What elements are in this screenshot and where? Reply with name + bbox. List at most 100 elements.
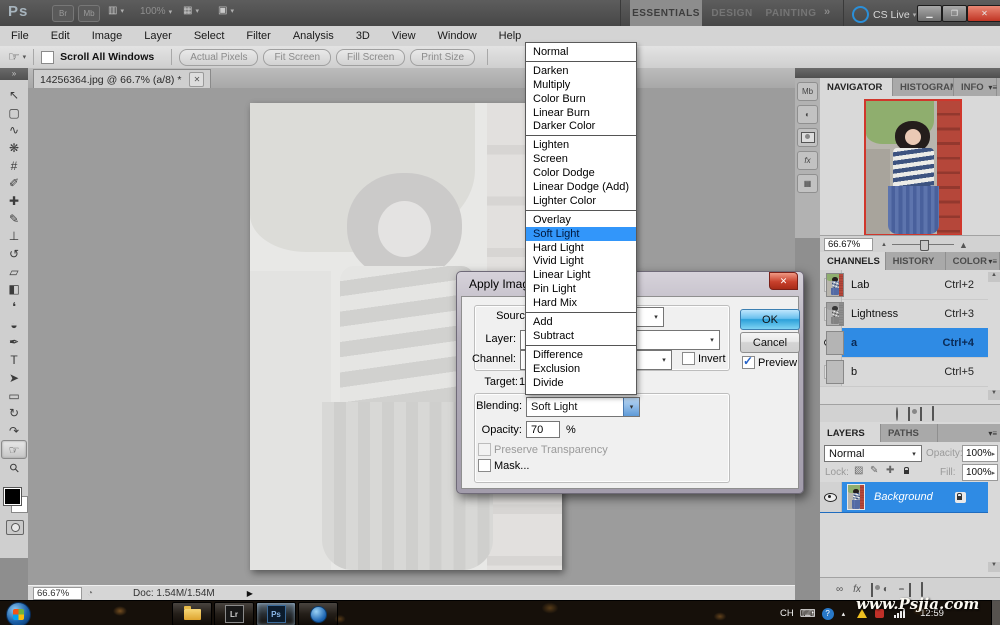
blend-option-vivid-light[interactable]: Vivid Light bbox=[526, 254, 636, 268]
styles-panel-button[interactable]: fx bbox=[797, 151, 818, 170]
start-button[interactable] bbox=[6, 602, 31, 625]
eye-icon[interactable] bbox=[824, 493, 837, 502]
print-size-button[interactable]: Print Size bbox=[410, 49, 475, 66]
workspace-tab-painting[interactable]: PAINTING bbox=[760, 0, 822, 26]
menu-filter[interactable]: Filter bbox=[235, 30, 281, 42]
new-channel-icon[interactable] bbox=[920, 408, 922, 420]
blend-option-soft-light[interactable]: Soft Light bbox=[526, 227, 636, 241]
channel-row-lab[interactable]: Lab Ctrl+2 bbox=[820, 270, 988, 300]
document-close-icon[interactable]: ✕ bbox=[189, 72, 204, 87]
menu-layer[interactable]: Layer bbox=[133, 30, 183, 42]
blend-option-overlay[interactable]: Overlay bbox=[526, 213, 636, 227]
workspace-tab-design[interactable]: DESIGN bbox=[706, 0, 758, 26]
dialog-close-button[interactable]: ✕ bbox=[769, 272, 798, 290]
hand-tool[interactable]: ☞ bbox=[1, 440, 27, 460]
add-layer-mask-icon[interactable] bbox=[871, 584, 873, 596]
blend-option-subtract[interactable]: Subtract bbox=[526, 329, 636, 343]
tab-history[interactable]: HISTORY bbox=[886, 252, 946, 270]
blend-option-lighter-color[interactable]: Lighter Color bbox=[526, 194, 636, 208]
view-extras-button[interactable]: ▦ ▾ bbox=[183, 5, 199, 16]
zoom-tool[interactable]: ⚲ bbox=[2, 459, 26, 477]
layer-blend-mode-select[interactable]: Normal ▾ bbox=[824, 445, 922, 462]
channel-row-a[interactable]: a Ctrl+4 bbox=[820, 328, 988, 358]
workspace-tab-essentials[interactable]: ESSENTIALS bbox=[630, 0, 702, 26]
gradient-tool[interactable]: ◧ bbox=[2, 281, 26, 299]
link-layers-icon[interactable]: ∞ bbox=[836, 584, 843, 595]
minimize-button[interactable]: ▁ bbox=[917, 5, 942, 22]
bridge-button[interactable]: Br bbox=[52, 5, 74, 22]
blend-option-darken[interactable]: Darken bbox=[526, 64, 636, 78]
brush-tool[interactable]: ✎ bbox=[2, 210, 26, 228]
blend-option-color-dodge[interactable]: Color Dodge bbox=[526, 166, 636, 180]
eyedropper-tool[interactable]: ✐ bbox=[2, 174, 26, 192]
quick-mask-button[interactable] bbox=[6, 520, 24, 535]
shape-tool[interactable]: ▭ bbox=[2, 387, 26, 405]
ok-button[interactable]: OK bbox=[740, 309, 800, 330]
workspace-overflow-button[interactable]: » bbox=[824, 6, 830, 18]
language-indicator[interactable]: CH bbox=[780, 608, 794, 619]
layer-row-background[interactable]: Background bbox=[820, 482, 988, 513]
tool-panel-collapse-button[interactable]: » bbox=[0, 68, 28, 80]
layer-fill-field[interactable]: 100% ▸ bbox=[962, 464, 998, 481]
path-selection-tool[interactable]: ➤ bbox=[2, 369, 26, 387]
blend-option-linear-light[interactable]: Linear Light bbox=[526, 268, 636, 282]
menu-view[interactable]: View bbox=[381, 30, 427, 42]
delete-channel-icon[interactable] bbox=[932, 408, 934, 420]
mask-checkbox[interactable] bbox=[478, 459, 491, 472]
hand-tool-preset-icon[interactable]: ☞ bbox=[8, 49, 20, 65]
clone-stamp-tool[interactable]: ⊥ bbox=[2, 228, 26, 246]
panel-menu-icon[interactable]: ▾≡ bbox=[988, 257, 997, 266]
blend-option-difference[interactable]: Difference bbox=[526, 348, 636, 362]
eraser-tool[interactable]: ▱ bbox=[2, 263, 26, 281]
help-tray-icon[interactable]: ? bbox=[822, 608, 834, 620]
new-layer-icon[interactable] bbox=[909, 584, 911, 596]
tab-paths[interactable]: PATHS bbox=[881, 424, 938, 442]
healing-brush-tool[interactable]: ✚ bbox=[2, 192, 26, 210]
marquee-tool[interactable]: ▢ bbox=[2, 104, 26, 122]
save-selection-as-channel-icon[interactable] bbox=[908, 408, 910, 420]
zoom-in-icon[interactable]: ▲ bbox=[959, 240, 968, 250]
channel-row-b[interactable]: b Ctrl+5 bbox=[820, 357, 988, 387]
masks-panel-button[interactable] bbox=[797, 128, 818, 147]
scroll-all-windows-checkbox[interactable] bbox=[41, 51, 54, 64]
blend-option-color-burn[interactable]: Color Burn bbox=[526, 92, 636, 106]
panel-menu-icon[interactable]: ▾≡ bbox=[988, 429, 997, 438]
tab-navigator[interactable]: NAVIGATOR bbox=[820, 78, 893, 96]
tab-channels[interactable]: CHANNELS bbox=[820, 252, 886, 270]
tab-histogram[interactable]: HISTOGRAM bbox=[893, 78, 954, 96]
blending-select[interactable]: Soft Light ▾ bbox=[526, 397, 640, 417]
taskbar-explorer-button[interactable] bbox=[172, 602, 212, 625]
blend-option-multiply[interactable]: Multiply bbox=[526, 78, 636, 92]
taskbar-photoshop-button[interactable]: Ps bbox=[256, 602, 296, 625]
mini-bridge-button[interactable]: Mb bbox=[78, 5, 100, 22]
blend-option-lighten[interactable]: Lighten bbox=[526, 138, 636, 152]
keyboard-icon[interactable]: ⌨ bbox=[800, 607, 816, 620]
blend-option-darker-color[interactable]: Darker Color bbox=[526, 119, 636, 133]
blend-option-normal[interactable]: Normal bbox=[526, 45, 636, 59]
menu-3d[interactable]: 3D bbox=[345, 30, 381, 42]
adjustments-panel-button[interactable]: ◐ bbox=[797, 105, 818, 124]
status-flyout-icon[interactable]: ▶ bbox=[247, 589, 253, 598]
zoom-percent-field[interactable]: 66.67% bbox=[33, 587, 82, 600]
taskbar-media-app-button[interactable] bbox=[298, 602, 338, 625]
quick-selection-tool[interactable]: ❋ bbox=[2, 139, 26, 157]
load-selection-icon[interactable] bbox=[896, 408, 898, 420]
layout-picker-button[interactable]: ▥ ▾ bbox=[108, 5, 124, 16]
zoom-out-icon[interactable]: ▲ bbox=[881, 242, 887, 248]
fit-screen-button[interactable]: Fit Screen bbox=[263, 49, 331, 66]
adjustment-layer-icon[interactable]: ◐ bbox=[883, 584, 889, 595]
cs-live-button[interactable]: CS Live ▾ bbox=[852, 6, 916, 23]
blend-option-linear-dodge[interactable]: Linear Dodge (Add) bbox=[526, 180, 636, 194]
mini-bridge-panel-button[interactable]: Mb bbox=[797, 82, 818, 101]
navigator-proxy-view[interactable] bbox=[864, 99, 962, 236]
delete-layer-icon[interactable] bbox=[921, 584, 923, 596]
move-tool[interactable]: ↖ bbox=[2, 86, 26, 104]
close-button[interactable]: ✕ bbox=[967, 5, 1000, 22]
3d-rotate-tool[interactable]: ↷ bbox=[2, 422, 26, 440]
slider-thumb[interactable] bbox=[920, 240, 929, 251]
tab-layers[interactable]: LAYERS bbox=[820, 424, 881, 442]
scroll-down-icon[interactable]: ▼ bbox=[988, 562, 1000, 572]
menu-edit[interactable]: Edit bbox=[40, 30, 81, 42]
blend-option-add[interactable]: Add bbox=[526, 315, 636, 329]
opacity-input[interactable] bbox=[526, 421, 560, 438]
